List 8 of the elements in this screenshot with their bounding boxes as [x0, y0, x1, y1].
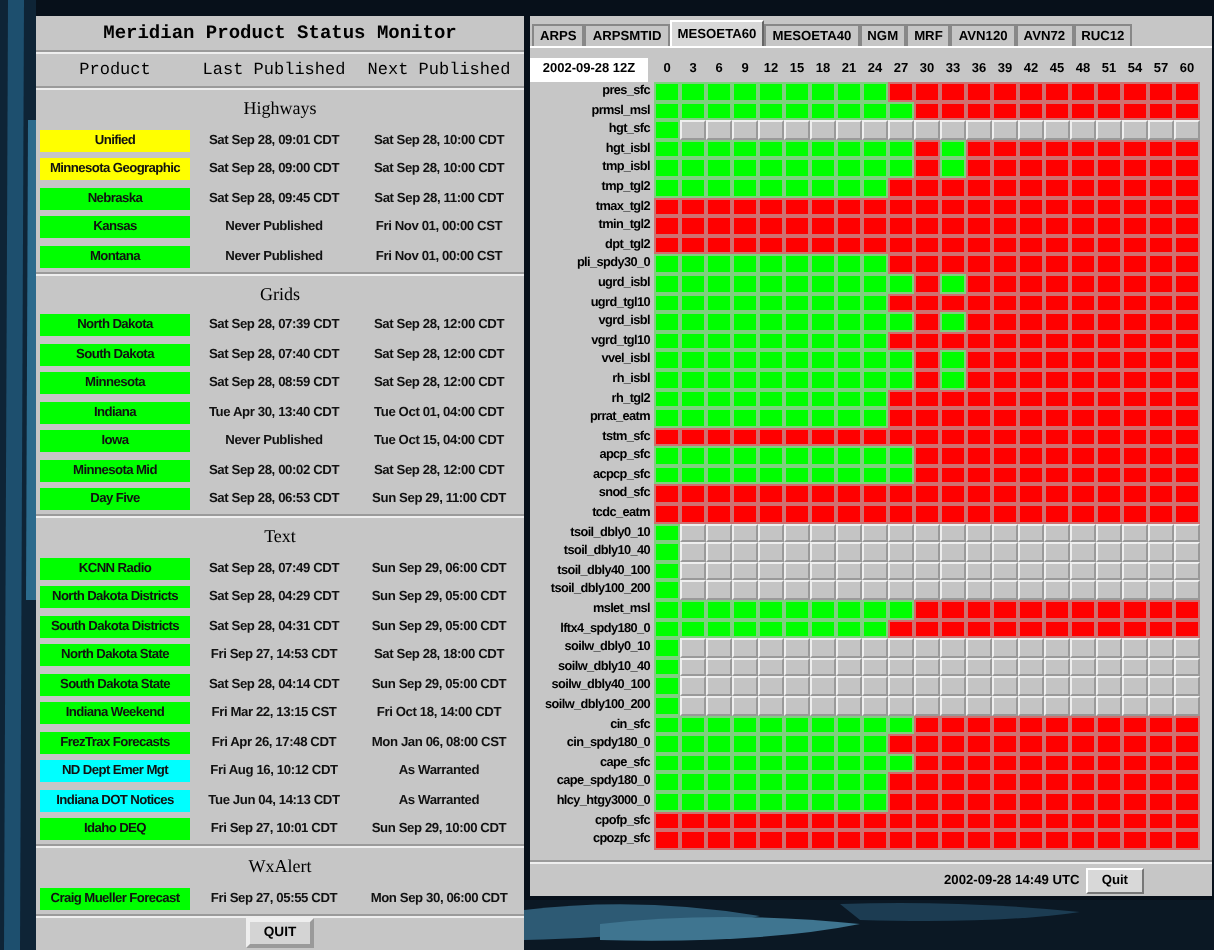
section-title: WxAlert [246, 854, 314, 880]
section-title: Text [262, 524, 298, 550]
section-title: Grids [258, 281, 302, 307]
column-header: Next Published [365, 60, 513, 80]
window-title: Meridian Product Status Monitor [36, 16, 524, 54]
section-title: Highways [241, 96, 319, 122]
column-header: Product [77, 60, 153, 80]
column-header: Last Published [200, 60, 348, 80]
